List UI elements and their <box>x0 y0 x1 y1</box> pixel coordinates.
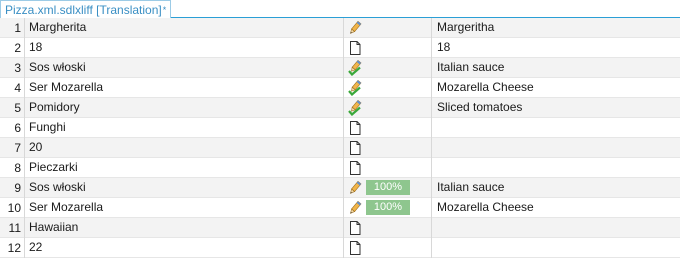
segment-row[interactable]: 3 Sos włoski Italian sauce <box>0 58 680 78</box>
segment-number: 11 <box>8 221 21 235</box>
segment-number: 9 <box>14 181 21 195</box>
translated-icon <box>348 79 362 97</box>
source-cell: 20 <box>24 138 343 158</box>
source-cell: Pomidory <box>24 98 343 118</box>
segment-number: 12 <box>7 241 21 255</box>
status-cell <box>343 98 431 118</box>
draft-icon <box>348 180 362 196</box>
segment-number: 1 <box>14 21 21 35</box>
status-cell <box>343 238 431 258</box>
segment-row[interactable]: 10 Ser Mozarella 100% Mozarella Cheese <box>0 198 680 218</box>
translated-icon <box>348 99 362 117</box>
target-cell[interactable]: Italian sauce <box>431 178 680 198</box>
status-cell: 100% <box>343 198 431 218</box>
source-cell: 18 <box>24 38 343 58</box>
source-cell: Margherita <box>24 18 343 38</box>
document-tab[interactable]: Pizza.xml.sdlxliff [Translation]* <box>0 0 172 18</box>
not-translated-icon <box>348 240 362 256</box>
source-cell: Sos włoski <box>24 178 343 198</box>
not-translated-icon <box>348 220 362 236</box>
segment-number: 2 <box>14 41 21 55</box>
translated-icon <box>348 59 362 77</box>
target-cell[interactable]: Margeritha <box>431 18 680 38</box>
target-cell[interactable] <box>431 118 680 138</box>
target-cell[interactable]: Mozarella Cheese <box>431 78 680 98</box>
document-tab-bar: Pizza.xml.sdlxliff [Translation]* <box>0 0 680 18</box>
status-cell <box>343 138 431 158</box>
segment-row[interactable]: 1 Margherita Margeritha <box>0 18 680 38</box>
segment-row[interactable]: 9 Sos włoski 100% Italian sauce <box>0 178 680 198</box>
target-cell[interactable] <box>431 218 680 238</box>
segment-row[interactable]: 5 Pomidory Sliced tomatoes <box>0 98 680 118</box>
source-cell: Hawaiian <box>24 218 343 238</box>
segment-number: 4 <box>14 81 21 95</box>
not-translated-icon <box>348 140 362 156</box>
segment-row[interactable]: 7 20 <box>0 138 680 158</box>
source-cell: Pieczarki <box>24 158 343 178</box>
segment-number: 7 <box>14 141 21 155</box>
status-cell <box>343 18 431 38</box>
segment-grid: 1 Margherita Margeritha 2 18 18 3 Sos włoski Ita… <box>0 18 680 258</box>
target-cell[interactable] <box>431 138 680 158</box>
source-cell: Sos włoski <box>24 58 343 78</box>
segment-number: 5 <box>14 101 21 115</box>
match-percentage-badge: 100% <box>366 180 410 195</box>
target-cell[interactable] <box>431 238 680 258</box>
document-tab-label: Pizza.xml.sdlxliff [Translation] <box>5 3 162 17</box>
target-cell[interactable]: 18 <box>431 38 680 58</box>
target-cell[interactable]: Mozarella Cheese <box>431 198 680 218</box>
segment-row[interactable]: 2 18 18 <box>0 38 680 58</box>
draft-icon <box>348 20 362 36</box>
status-cell: 100% <box>343 178 431 198</box>
not-translated-icon <box>348 160 362 176</box>
segment-number: 10 <box>7 201 21 215</box>
status-cell <box>343 58 431 78</box>
segment-row[interactable]: 4 Ser Mozarella Mozarella Cheese <box>0 78 680 98</box>
not-translated-icon <box>348 120 362 136</box>
source-cell: 22 <box>24 238 343 258</box>
target-cell[interactable]: Italian sauce <box>431 58 680 78</box>
status-cell <box>343 78 431 98</box>
source-cell: Ser Mozarella <box>24 78 343 98</box>
segment-row[interactable]: 12 22 <box>0 238 680 258</box>
unsaved-marker: * <box>162 5 167 15</box>
status-cell <box>343 158 431 178</box>
not-translated-icon <box>348 40 362 56</box>
status-cell <box>343 118 431 138</box>
source-cell: Ser Mozarella <box>24 198 343 218</box>
segment-number: 6 <box>14 121 21 135</box>
status-cell <box>343 218 431 238</box>
source-cell: Funghi <box>24 118 343 138</box>
segment-number: 3 <box>14 61 21 75</box>
segment-row[interactable]: 8 Pieczarki <box>0 158 680 178</box>
segment-number: 8 <box>14 161 21 175</box>
segment-row[interactable]: 11 Hawaiian <box>0 218 680 238</box>
target-cell[interactable] <box>431 158 680 178</box>
segment-row[interactable]: 6 Funghi <box>0 118 680 138</box>
target-cell[interactable]: Sliced tomatoes <box>431 98 680 118</box>
draft-icon <box>348 200 362 216</box>
match-percentage-badge: 100% <box>366 200 410 215</box>
status-cell <box>343 38 431 58</box>
